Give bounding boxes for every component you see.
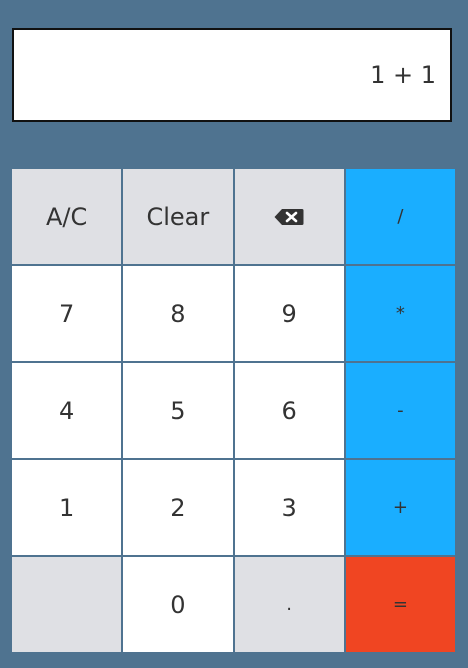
digit-6-button[interactable]: 6 [234, 363, 344, 458]
calculator-display: 1 + 1 [12, 28, 452, 122]
digit-9-button[interactable]: 9 [234, 266, 344, 361]
divide-button[interactable]: / [345, 169, 455, 264]
digit-3-button[interactable]: 3 [234, 460, 344, 555]
keypad: A/C Clear / 7 8 9 * 4 5 6 - 1 2 3 + 0 . … [12, 169, 455, 652]
clear-button[interactable]: Clear [123, 169, 233, 264]
digit-5-button[interactable]: 5 [123, 363, 233, 458]
plus-button[interactable]: + [345, 460, 455, 555]
digit-0-button[interactable]: 0 [123, 557, 233, 652]
digit-1-button[interactable]: 1 [12, 460, 122, 555]
backspace-icon [274, 208, 304, 226]
blank-key[interactable] [12, 557, 122, 652]
decimal-button[interactable]: . [234, 557, 344, 652]
all-clear-button[interactable]: A/C [12, 169, 122, 264]
display-expression: 1 + 1 [370, 61, 436, 89]
digit-2-button[interactable]: 2 [123, 460, 233, 555]
equals-button[interactable]: = [345, 557, 455, 652]
minus-button[interactable]: - [345, 363, 455, 458]
digit-8-button[interactable]: 8 [123, 266, 233, 361]
multiply-button[interactable]: * [345, 266, 455, 361]
digit-7-button[interactable]: 7 [12, 266, 122, 361]
digit-4-button[interactable]: 4 [12, 363, 122, 458]
backspace-button[interactable] [234, 169, 344, 264]
